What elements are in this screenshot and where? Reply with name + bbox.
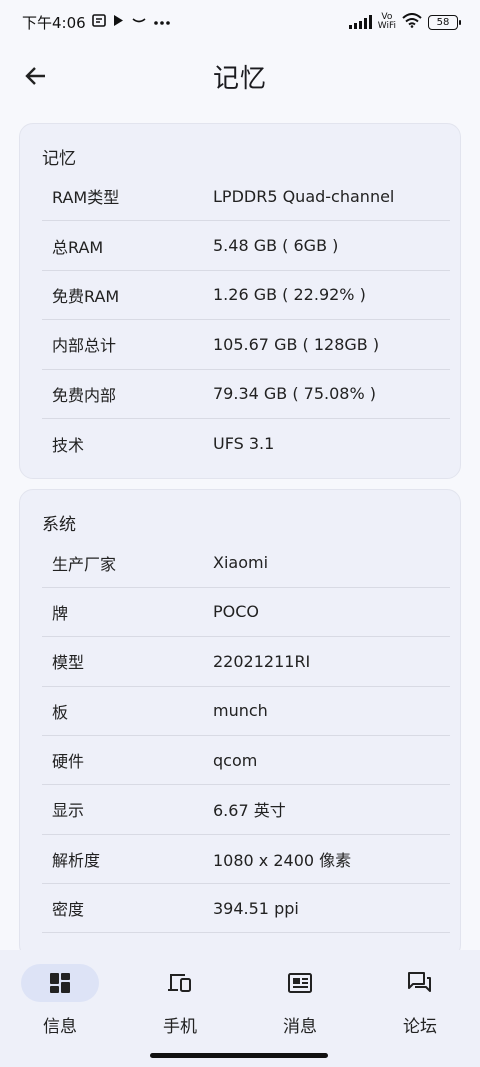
newspaper-icon	[288, 973, 312, 993]
row-label: 免费内部	[52, 385, 117, 405]
memory-card-title: 记忆	[42, 149, 76, 169]
dashboard-icon	[50, 973, 70, 993]
table-row: 硬件 qcom	[42, 736, 450, 786]
row-value: 1.26 GB ( 22.92% )	[213, 285, 366, 305]
row-label: 板	[52, 702, 69, 722]
row-value: 79.34 GB ( 75.08% )	[213, 384, 377, 404]
row-label: 密度	[52, 900, 85, 920]
memory-card: 记忆 RAM类型 LPDDR5 Quad-channel 总RAM 5.48 G…	[19, 123, 461, 480]
row-value: Xiaomi	[213, 553, 269, 573]
table-row: 技术 UFS 3.1	[42, 419, 450, 468]
nav-item-info[interactable]: 信息	[0, 964, 120, 1067]
row-value: 1080 x 2400 像素	[213, 850, 352, 870]
wifi-calling-label: WiFi	[377, 21, 396, 31]
row-value: 394.51 ppi	[213, 898, 299, 918]
status-bar: 下午4:06 Vo WiFi 58	[0, 0, 480, 44]
table-row: 免费RAM 1.26 GB ( 22.92% )	[42, 271, 450, 321]
home-indicator[interactable]	[150, 1053, 328, 1058]
row-value: 6.67 英寸	[213, 801, 286, 821]
table-row: 生产厂家 Xiaomi	[42, 538, 450, 588]
row-value: qcom	[213, 750, 258, 770]
table-row: 解析度 1080 x 2400 像素	[42, 835, 450, 885]
table-row: 密度 394.51 ppi	[42, 884, 450, 934]
table-row: 免费内部 79.34 GB ( 75.08% )	[42, 370, 450, 419]
volte-wifi-indicator: Vo WiFi	[378, 13, 396, 31]
notification-icon	[91, 13, 106, 31]
nav-item-phone[interactable]: 手机	[120, 964, 240, 1067]
more-dots-icon	[153, 15, 171, 30]
row-value: POCO	[213, 602, 260, 622]
row-value: 105.67 GB ( 128GB )	[213, 334, 380, 354]
table-row: 模型 22021211RI	[42, 637, 450, 687]
nav-label: 论坛	[403, 1017, 437, 1037]
row-label: 总RAM	[52, 237, 104, 257]
table-row: 板 munch	[42, 687, 450, 736]
content-scroll[interactable]: 记忆 RAM类型 LPDDR5 Quad-channel 总RAM 5.48 G…	[0, 123, 480, 969]
system-rows: 生产厂家 Xiaomi 牌 POCO 模型 22021211RI 板 munch…	[42, 538, 450, 934]
nav-label: 信息	[43, 1017, 77, 1037]
status-time: 下午4:06	[22, 13, 86, 32]
row-value: UFS 3.1	[213, 434, 275, 454]
play-store-icon	[112, 14, 125, 31]
row-label: 生产厂家	[52, 554, 117, 574]
page-title: 记忆	[212, 64, 267, 94]
devices-icon	[168, 974, 191, 992]
nav-item-forum[interactable]: 论坛	[360, 964, 480, 1067]
row-label: 显示	[52, 801, 85, 821]
nav-label: 手机	[163, 1017, 197, 1037]
app-bar: 记忆	[0, 44, 480, 108]
row-label: 技术	[52, 435, 85, 455]
row-label: 模型	[52, 653, 85, 673]
system-card-title: 系统	[42, 515, 76, 536]
smile-icon	[131, 15, 147, 30]
nav-label: 消息	[283, 1017, 317, 1037]
row-label: 内部总计	[52, 336, 117, 356]
row-label: 硬件	[52, 752, 85, 772]
nav-active-indicator	[21, 964, 99, 1002]
row-value: LPDDR5 Quad-channel	[213, 186, 395, 206]
table-row: RAM类型 LPDDR5 Quad-channel	[42, 172, 450, 222]
row-label: 牌	[52, 603, 69, 623]
table-row: 总RAM 5.48 GB ( 6GB )	[42, 221, 450, 271]
battery-level: 58	[436, 16, 450, 28]
row-label: 免费RAM	[52, 286, 120, 306]
table-row: 牌 POCO	[42, 588, 450, 638]
memory-rows: RAM类型 LPDDR5 Quad-channel 总RAM 5.48 GB (…	[42, 172, 450, 468]
row-label: RAM类型	[52, 188, 120, 208]
row-value: 22021211RI	[213, 651, 311, 671]
nav-item-news[interactable]: 消息	[240, 964, 360, 1067]
forum-icon	[408, 972, 431, 992]
signal-icon	[348, 15, 372, 29]
table-row: 内部总计 105.67 GB ( 128GB )	[42, 320, 450, 370]
bottom-nav: 信息 手机 消息 论坛	[0, 950, 480, 1067]
wifi-icon	[402, 13, 422, 31]
row-value: munch	[213, 701, 268, 721]
table-row: 显示 6.67 英寸	[42, 785, 450, 835]
row-label: 解析度	[52, 850, 101, 870]
row-value: 5.48 GB ( 6GB )	[213, 236, 339, 256]
system-card: 系统 生产厂家 Xiaomi 牌 POCO 模型 22021211RI 板 mu…	[19, 489, 461, 960]
battery-icon: 58	[428, 14, 461, 30]
